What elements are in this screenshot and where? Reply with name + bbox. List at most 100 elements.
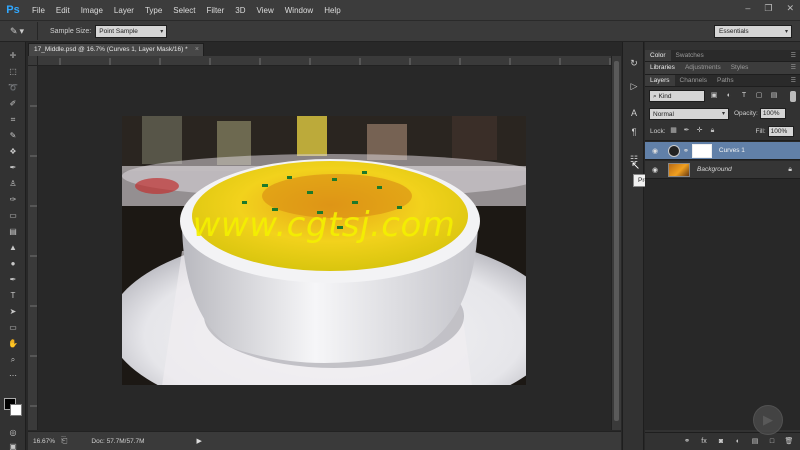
lock-position-icon[interactable]: ✛	[695, 126, 705, 136]
menu-help[interactable]: Help	[324, 6, 340, 15]
zoom-level[interactable]: 16.67%	[33, 438, 57, 445]
add-mask-icon[interactable]: ◙	[715, 436, 727, 448]
horizontal-ruler[interactable]	[38, 56, 611, 66]
shape-filter-icon[interactable]: ▢	[753, 90, 765, 102]
play-icon[interactable]: ▶	[753, 405, 783, 435]
layer-row-background[interactable]: ◉ Background 🔒︎	[645, 161, 800, 179]
quick-select-tool-icon[interactable]: ✐	[4, 96, 22, 111]
menu-file[interactable]: File	[32, 6, 45, 15]
delete-layer-icon[interactable]: 🗑︎	[783, 436, 795, 448]
panel-menu-icon[interactable]: ☰	[791, 62, 796, 74]
lock-pixels-icon[interactable]: ✒	[682, 126, 692, 136]
lasso-tool-icon[interactable]: ➰	[4, 80, 22, 95]
menu-type[interactable]: Type	[145, 6, 162, 15]
character-panel-icon[interactable]: A	[626, 106, 642, 121]
history-panel-icon[interactable]: ↻	[626, 56, 642, 71]
curves-adjustment-thumbnail[interactable]	[668, 144, 680, 157]
filter-kind-select[interactable]: ⌕ Kind	[649, 90, 705, 102]
hand-tool-icon[interactable]: ✋	[4, 336, 22, 351]
eyedropper-tool-icon[interactable]: ✎	[4, 128, 22, 143]
color-swatches[interactable]	[4, 398, 24, 418]
marquee-tool-icon[interactable]: ⬚	[4, 64, 22, 79]
tab-adjustments[interactable]: Adjustments	[680, 62, 726, 74]
background-thumbnail[interactable]	[668, 162, 690, 177]
brush-tool-icon[interactable]: ✒	[4, 160, 22, 175]
paragraph-panel-icon[interactable]: ¶	[626, 125, 642, 140]
opacity-input[interactable]: 100%	[759, 108, 786, 119]
tool-preset-picker[interactable]: ✎ ▾	[10, 22, 38, 40]
tab-swatches[interactable]: Swatches	[671, 50, 709, 61]
pixel-filter-icon[interactable]: ▣	[708, 90, 720, 102]
path-select-tool-icon[interactable]: ➤	[4, 304, 22, 319]
healing-brush-tool-icon[interactable]: ❖	[4, 144, 22, 159]
blur-tool-icon[interactable]: ▲	[4, 240, 22, 255]
layer-name[interactable]: Background	[697, 166, 732, 173]
vertical-scrollbar-thumb[interactable]	[614, 61, 619, 421]
more-tools-icon[interactable]: ⋯	[4, 368, 22, 383]
menu-window[interactable]: Window	[285, 6, 313, 15]
dodge-tool-icon[interactable]: ●	[4, 256, 22, 271]
menu-edit[interactable]: Edit	[56, 6, 70, 15]
crop-tool-icon[interactable]: ⌗	[4, 112, 22, 127]
panel-menu-icon[interactable]: ☰	[791, 75, 796, 87]
new-group-icon[interactable]: ▤	[749, 436, 761, 448]
lock-all-icon[interactable]: 🔒︎	[708, 126, 718, 136]
link-layers-icon[interactable]: ⚭	[681, 436, 693, 448]
pen-tool-icon[interactable]: ✒	[4, 272, 22, 287]
clone-stamp-tool-icon[interactable]: ♙	[4, 176, 22, 191]
tab-channels[interactable]: Channels	[675, 75, 712, 86]
panel-menu-icon[interactable]: ☰	[791, 50, 796, 62]
rectangle-tool-icon[interactable]: ▭	[4, 320, 22, 335]
vertical-scrollbar[interactable]	[611, 56, 621, 430]
eraser-tool-icon[interactable]: ▭	[4, 208, 22, 223]
quick-mask-icon[interactable]: ◎	[4, 425, 22, 440]
menu-3d[interactable]: 3D	[235, 6, 245, 15]
vertical-ruler[interactable]	[28, 66, 38, 430]
screen-mode-icon[interactable]: ▣	[4, 439, 22, 450]
actions-panel-icon[interactable]: ▷	[626, 79, 642, 94]
canvas-area[interactable]: www.cgtsj.com	[38, 66, 611, 430]
type-tool-icon[interactable]: T	[4, 288, 22, 303]
document-image[interactable]: www.cgtsj.com	[122, 116, 526, 385]
menu-layer[interactable]: Layer	[114, 6, 134, 15]
move-tool-icon[interactable]: ✛	[4, 48, 22, 63]
filter-toggle[interactable]	[790, 91, 796, 102]
close-button[interactable]: ✕	[786, 3, 794, 14]
menu-select[interactable]: Select	[173, 6, 195, 15]
type-filter-icon[interactable]: T	[738, 90, 750, 102]
gradient-tool-icon[interactable]: ▤	[4, 224, 22, 239]
eye-icon[interactable]: ◉	[648, 166, 662, 174]
layer-row-curves[interactable]: ◉ ⚭ Curves 1	[645, 142, 800, 160]
lock-transparency-icon[interactable]: ▦	[669, 126, 679, 136]
tab-layers[interactable]: Layers	[645, 75, 675, 86]
blend-mode-select[interactable]: Normal ▾	[649, 107, 729, 120]
menu-image[interactable]: Image	[81, 6, 103, 15]
restore-button[interactable]: ❐	[764, 3, 772, 14]
workspace-select[interactable]: Essentials ▾	[714, 25, 792, 38]
zoom-tool-icon[interactable]: ⌕	[4, 352, 22, 367]
close-tab-icon[interactable]: ×	[195, 44, 199, 56]
document-tab[interactable]: 17_Middle.psd @ 16.7% (Curves 1, Layer M…	[28, 43, 204, 56]
tab-libraries[interactable]: Libraries	[645, 62, 680, 74]
sample-size-select[interactable]: Point Sample ▾	[95, 24, 168, 38]
new-layer-icon[interactable]: □	[766, 436, 778, 448]
menu-filter[interactable]: Filter	[207, 6, 225, 15]
ruler-origin[interactable]	[28, 56, 38, 66]
tab-paths[interactable]: Paths	[712, 75, 739, 86]
history-brush-tool-icon[interactable]: ✑	[4, 192, 22, 207]
eye-icon[interactable]: ◉	[648, 147, 662, 155]
tab-styles[interactable]: Styles	[726, 62, 754, 74]
minimize-button[interactable]: –	[745, 3, 750, 14]
menu-view[interactable]: View	[257, 6, 274, 15]
share-icon[interactable]: ⎗	[61, 436, 67, 446]
adjustment-filter-icon[interactable]: ◐	[723, 90, 735, 102]
tab-color[interactable]: Color	[645, 50, 671, 61]
smart-object-filter-icon[interactable]: ▤	[768, 90, 780, 102]
fill-input[interactable]: 100%	[767, 125, 794, 137]
background-color-swatch[interactable]	[10, 404, 22, 416]
link-icon[interactable]: ⚭	[683, 147, 689, 155]
fx-icon[interactable]: fx	[698, 436, 710, 448]
layer-mask-thumbnail[interactable]	[691, 143, 712, 158]
layer-name[interactable]: Curves 1	[719, 147, 745, 154]
new-adjustment-icon[interactable]: ◐	[732, 436, 744, 448]
